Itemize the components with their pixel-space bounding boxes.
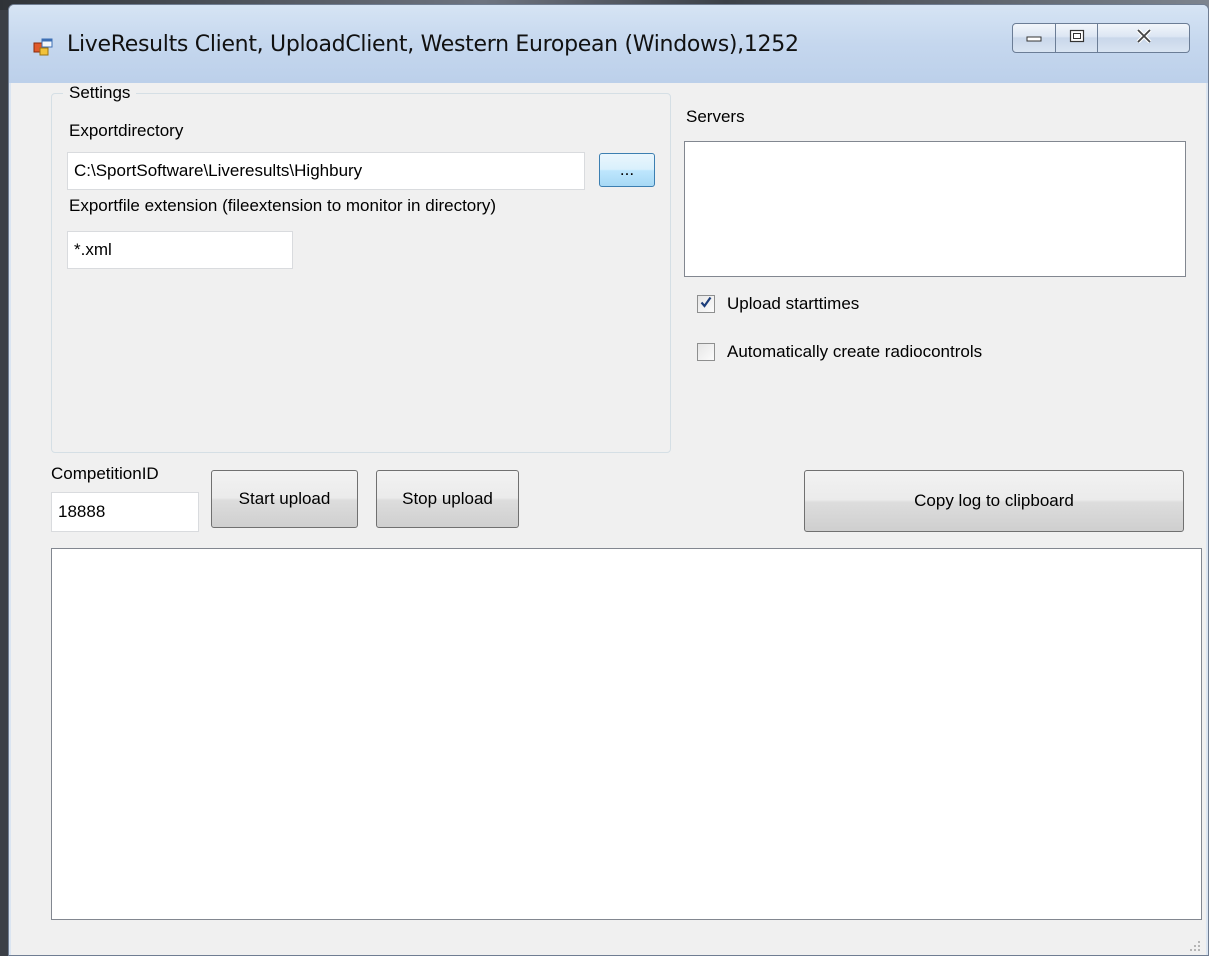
- start-upload-button[interactable]: Start upload: [211, 470, 358, 528]
- auto-radiocontrols-checkbox[interactable]: [697, 343, 715, 361]
- competition-id-label: CompetitionID: [51, 464, 159, 483]
- auto-radiocontrols-label[interactable]: Automatically create radiocontrols: [727, 342, 982, 362]
- caption-buttons: [1012, 23, 1190, 53]
- extension-input[interactable]: *.xml: [67, 231, 293, 269]
- upload-starttimes-checkbox[interactable]: [697, 295, 715, 313]
- title-bar[interactable]: LiveResults Client, UploadClient, Wester…: [9, 5, 1208, 83]
- checkmark-icon: [699, 295, 713, 314]
- stop-upload-button[interactable]: Stop upload: [376, 470, 519, 528]
- maximize-button[interactable]: [1056, 23, 1098, 53]
- app-window-icon: [33, 37, 53, 57]
- servers-label: Servers: [686, 107, 745, 126]
- export-directory-label: Exportdirectory: [69, 121, 184, 140]
- extension-label: Exportfile extension (fileextension to m…: [69, 196, 497, 215]
- client-area: Settings Exportdirectory C:\SportSoftwar…: [11, 83, 1206, 955]
- copy-log-button[interactable]: Copy log to clipboard: [804, 470, 1184, 532]
- minimize-icon: [1026, 29, 1042, 47]
- log-textarea[interactable]: [51, 548, 1202, 920]
- settings-group-label: Settings: [63, 83, 137, 103]
- app-window: LiveResults Client, UploadClient, Wester…: [8, 4, 1209, 956]
- close-button[interactable]: [1098, 23, 1190, 53]
- upload-starttimes-label[interactable]: Upload starttimes: [727, 294, 859, 314]
- minimize-button[interactable]: [1012, 23, 1056, 53]
- export-directory-input[interactable]: C:\SportSoftware\Liveresults\Highbury: [67, 152, 585, 190]
- resize-grip-icon[interactable]: [1188, 939, 1202, 953]
- window-title: LiveResults Client, UploadClient, Wester…: [67, 32, 799, 57]
- settings-group: [51, 93, 671, 453]
- close-icon: [1136, 28, 1152, 48]
- maximize-icon: [1069, 29, 1085, 48]
- competition-id-input[interactable]: 18888: [51, 492, 199, 532]
- servers-list[interactable]: [684, 141, 1186, 277]
- browse-button[interactable]: ...: [599, 153, 655, 187]
